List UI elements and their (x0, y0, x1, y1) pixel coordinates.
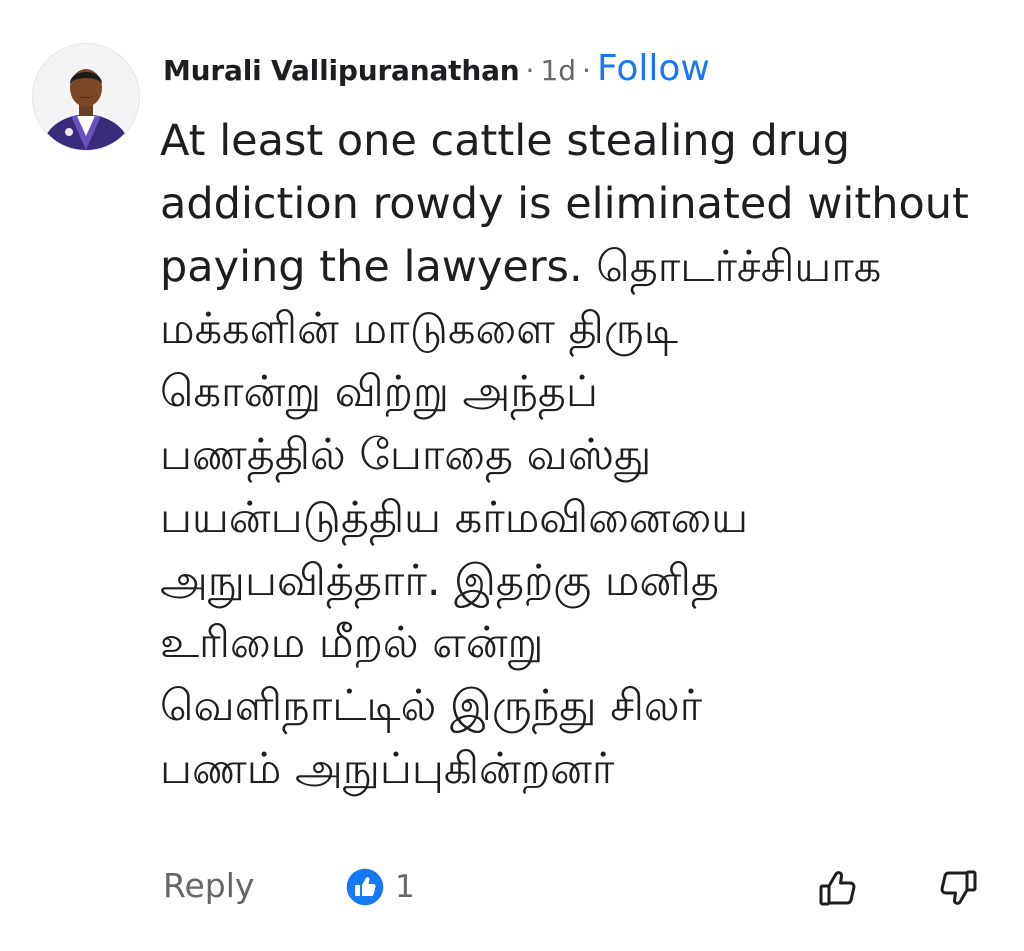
reaction-summary[interactable]: 1 (345, 866, 415, 908)
author-name[interactable]: Murali Vallipuranathan (163, 54, 520, 87)
comment-actions: Reply 1 (0, 858, 1024, 918)
thumbs-down-icon[interactable] (934, 864, 982, 912)
thumbs-up-icon[interactable] (814, 864, 862, 912)
avatar[interactable] (33, 44, 139, 150)
timestamp[interactable]: 1d (540, 54, 576, 87)
reaction-count: 1 (395, 869, 415, 905)
comment-header: Murali Vallipuranathan · 1d · Follow (163, 48, 710, 94)
comment-body: At least one cattle stealing drug addict… (160, 116, 969, 794)
like-badge-icon (345, 867, 385, 907)
follow-button[interactable]: Follow (597, 48, 710, 89)
separator: · (525, 54, 535, 87)
reply-button[interactable]: Reply (163, 866, 254, 905)
separator: · (582, 54, 591, 87)
comment-card: Murali Vallipuranathan · 1d · Follow At … (0, 0, 1024, 951)
avatar-photo (33, 44, 139, 150)
